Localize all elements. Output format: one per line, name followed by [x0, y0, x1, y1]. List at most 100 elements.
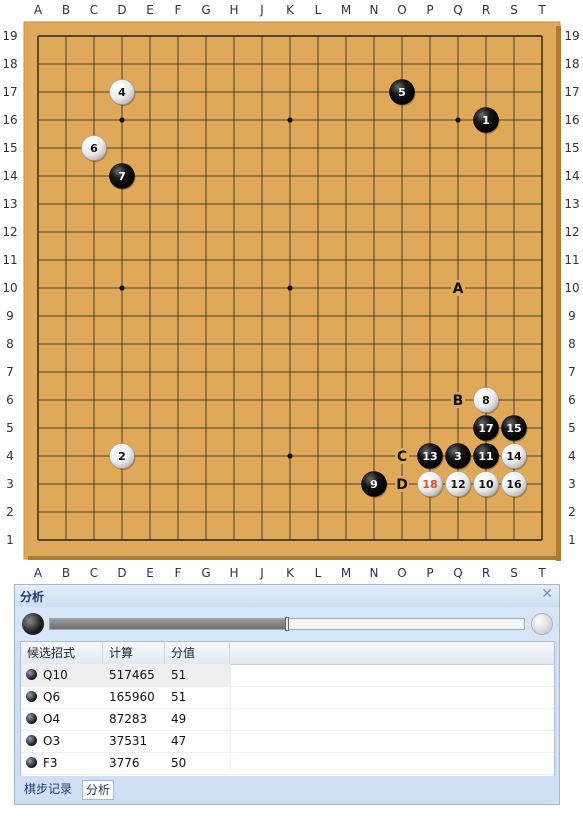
cell-move: O3: [21, 730, 103, 752]
move-number: 14: [506, 450, 522, 463]
move-number: 13: [422, 450, 437, 463]
column-label: B: [62, 3, 70, 17]
cell-move: O4: [21, 708, 103, 730]
move-number: 10: [478, 478, 494, 491]
move-number: 4: [118, 86, 126, 99]
column-label: D: [117, 566, 126, 580]
column-label: K: [286, 566, 295, 580]
row-label: 12: [2, 225, 17, 239]
cell-move: F3: [21, 752, 103, 774]
row-label: 9: [6, 309, 14, 323]
black-stone-icon: [26, 713, 37, 724]
column-label: L: [315, 3, 322, 17]
table-row[interactable]: O4 87283 49: [21, 708, 554, 731]
row-label: 13: [2, 197, 17, 211]
column-label: P: [426, 566, 433, 580]
cell-score: 47: [171, 734, 187, 748]
column-header-calc[interactable]: 计算: [103, 642, 165, 664]
cell-score: 51: [171, 668, 187, 682]
panel-title: 分析: [20, 590, 45, 604]
win-rate-thumb[interactable]: [285, 617, 289, 631]
column-label: R: [482, 566, 490, 580]
move-number: 7: [118, 170, 126, 183]
row-label: 3: [6, 477, 14, 491]
black-stone-icon: [26, 735, 37, 746]
row-label: 6: [568, 393, 576, 407]
column-label: H: [229, 566, 238, 580]
star-point: [455, 117, 461, 123]
column-label: R: [482, 3, 490, 17]
candidate-marker[interactable]: C: [397, 449, 407, 465]
column-label: F: [175, 566, 182, 580]
move-number: 18: [422, 478, 437, 491]
star-point: [119, 285, 125, 291]
candidate-marker[interactable]: A: [453, 281, 464, 297]
table-row[interactable]: Q6 165960 51: [21, 686, 554, 709]
candidate-moves-table: 候选招式 计算 分值 Q10 517465 51 Q6 165960 51 O4 87283 4…: [20, 641, 555, 777]
black-stone-icon: [26, 691, 37, 702]
black-stone-icon: [22, 613, 44, 635]
go-board-canvas[interactable]: AABBCCDDEEFFGGHHJJKKLLMMNNOOPPQQRRSSTT19…: [0, 0, 583, 580]
row-label: 13: [564, 197, 579, 211]
cell-score: 51: [171, 690, 187, 704]
row-label: 18: [564, 57, 579, 71]
column-label: F: [175, 3, 182, 17]
column-label: G: [201, 566, 210, 580]
move-number: 11: [478, 450, 493, 463]
move-number: 9: [370, 478, 378, 491]
row-label: 10: [564, 281, 579, 295]
column-label: E: [146, 3, 154, 17]
table-row[interactable]: Q10 517465 51: [21, 664, 554, 687]
column-label: Q: [453, 566, 462, 580]
close-icon[interactable]: ✕: [541, 586, 553, 602]
win-rate-track[interactable]: [49, 617, 525, 631]
row-label: 8: [568, 337, 576, 351]
row-label: 11: [564, 253, 579, 267]
move-number: 5: [398, 86, 406, 99]
row-label: 2: [6, 505, 14, 519]
tab-analysis[interactable]: 分析: [82, 780, 115, 800]
cell-calc: 37531: [109, 734, 148, 748]
table-row[interactable]: F3 3776 50: [21, 752, 554, 775]
move-number: 17: [478, 422, 493, 435]
move-number: 12: [450, 478, 465, 491]
row-label: 9: [568, 309, 576, 323]
row-label: 19: [564, 29, 579, 43]
table-header: 候选招式 计算 分值: [21, 642, 554, 665]
column-label: Q: [453, 3, 462, 17]
cell-move: Q6: [21, 686, 103, 708]
star-point: [287, 453, 293, 459]
row-label: 8: [6, 337, 14, 351]
analysis-panel: 分析 ✕ 候选招式 计算 分值 Q10 517465 51 Q6 165960 51 O4 8…: [14, 584, 560, 805]
row-label: 10: [2, 281, 17, 295]
column-label: O: [397, 566, 406, 580]
cell-calc: 3776: [109, 756, 140, 770]
go-board[interactable]: A A B B C C D D E E F F G G H H J J K K L L M M N N O O P P Q Q R R S S T T 19…: [0, 0, 583, 580]
cell-calc: 87283: [109, 712, 148, 726]
table-row[interactable]: O3 37531 47: [21, 730, 554, 753]
row-label: 7: [568, 365, 576, 379]
column-label: D: [117, 3, 126, 17]
row-label: 15: [564, 141, 579, 155]
panel-tabs: 棋步记录 分析: [15, 776, 559, 804]
move-number: 2: [118, 450, 126, 463]
column-label: E: [146, 566, 154, 580]
column-label: S: [510, 566, 518, 580]
column-label: L: [315, 566, 322, 580]
tab-move-record[interactable]: 棋步记录: [21, 780, 75, 798]
move-number: 8: [482, 394, 490, 407]
row-label: 6: [6, 393, 14, 407]
cell-move: Q10: [21, 664, 103, 686]
column-header-score[interactable]: 分值: [165, 642, 230, 664]
column-label: O: [397, 3, 406, 17]
row-label: 4: [568, 449, 576, 463]
column-label: A: [34, 566, 43, 580]
candidate-marker[interactable]: B: [453, 393, 464, 409]
row-label: 18: [2, 57, 17, 71]
row-label: 14: [2, 169, 17, 183]
column-header-move[interactable]: 候选招式: [21, 642, 103, 664]
row-label: 17: [2, 85, 17, 99]
column-label: J: [259, 566, 264, 580]
row-label: 1: [6, 533, 14, 547]
candidate-marker[interactable]: D: [396, 477, 408, 493]
